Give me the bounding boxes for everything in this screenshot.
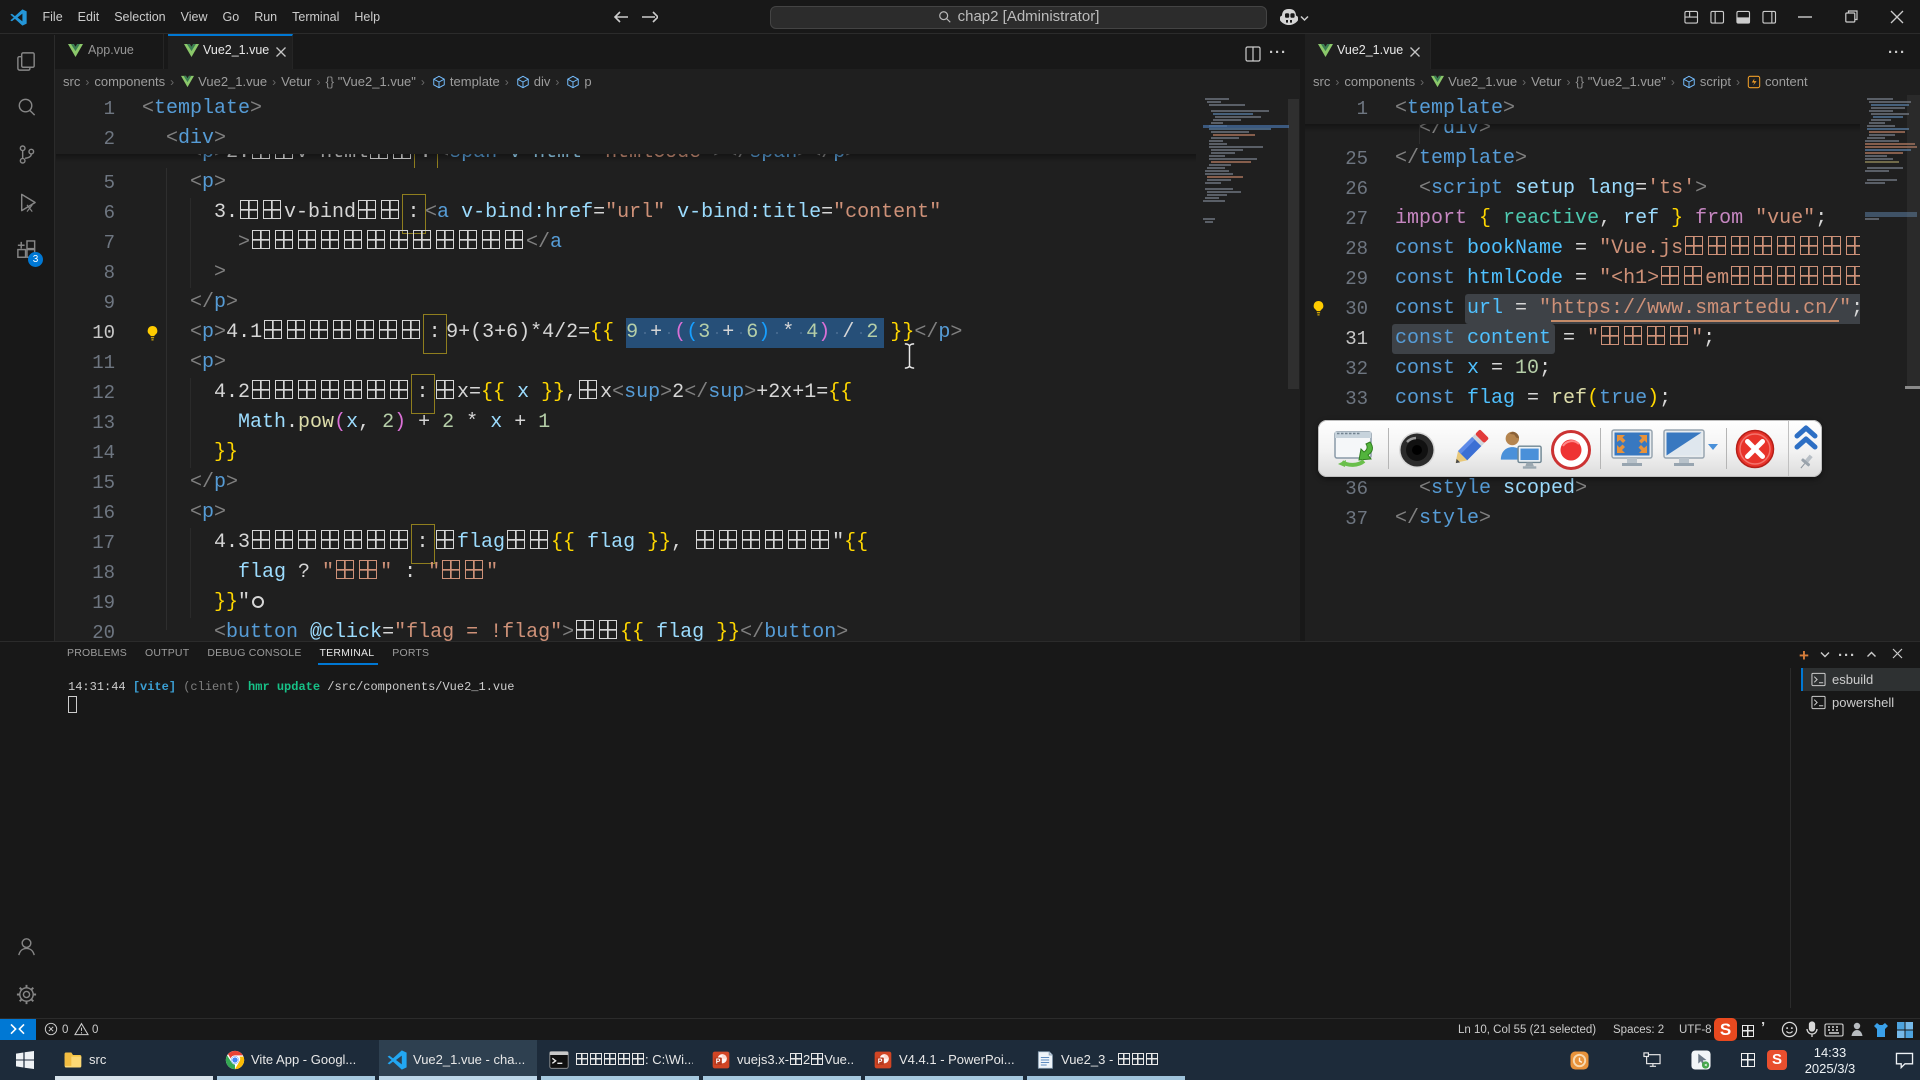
svg-text:P: P <box>716 1059 721 1066</box>
svg-text:P: P <box>878 1059 883 1066</box>
